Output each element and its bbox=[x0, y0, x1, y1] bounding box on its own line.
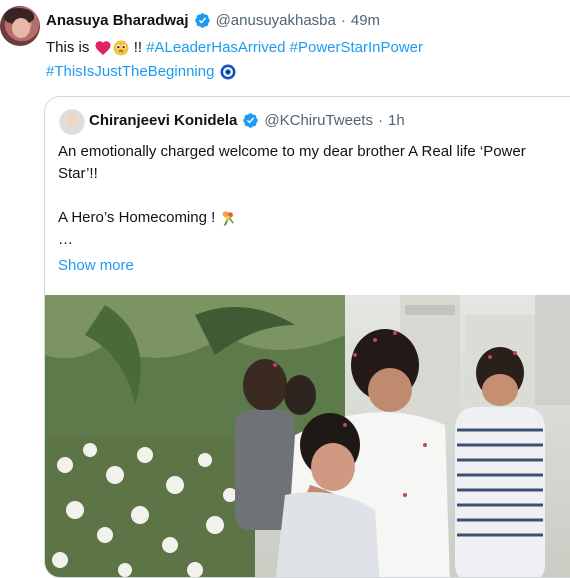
author-avatar[interactable] bbox=[0, 6, 40, 46]
verified-badge-icon bbox=[243, 113, 259, 128]
quoted-timestamp[interactable]: 1h bbox=[388, 112, 405, 129]
quoted-tweet[interactable]: Chiranjeevi Konidela @KChiruTweets · 1h … bbox=[44, 96, 570, 578]
nazar-amulet-icon bbox=[220, 64, 236, 80]
separator-dot: · bbox=[377, 112, 383, 129]
quoted-author-name[interactable]: Chiranjeevi Konidela bbox=[89, 112, 237, 129]
quoted-text-ellipsis: … bbox=[58, 231, 73, 248]
verified-badge-icon bbox=[194, 13, 210, 28]
hashtag-link[interactable]: #ThisIsJustTheBeginning bbox=[46, 63, 214, 80]
hashtag-link[interactable]: #ALeaderHasArrived bbox=[146, 39, 285, 56]
red-heart-icon bbox=[95, 41, 111, 56]
tweet-text-prefix: This is bbox=[46, 39, 90, 56]
quoted-text-line: A Hero’s Homecoming ! bbox=[58, 209, 216, 226]
photo-illustration bbox=[45, 295, 570, 577]
quoted-text-line: An emotionally charged welcome to my dea… bbox=[58, 143, 526, 182]
tweet[interactable]: Anasuya Bharadwaj @anusuyakhasba · 49m T… bbox=[0, 0, 570, 578]
bouquet-icon bbox=[223, 211, 235, 226]
tweet-header: Anasuya Bharadwaj @anusuyakhasba · 49m bbox=[46, 12, 380, 29]
tweet-text: This is !! #ALeaderHasArrived #PowerStar… bbox=[46, 36, 566, 84]
show-more-link[interactable]: Show more bbox=[58, 257, 134, 274]
quoted-tweet-photo[interactable] bbox=[45, 295, 570, 577]
quoted-tweet-text: An emotionally charged welcome to my dea… bbox=[58, 141, 568, 251]
quoted-author-handle[interactable]: @KChiruTweets bbox=[264, 112, 373, 129]
quoted-tweet-header: Chiranjeevi Konidela @KChiruTweets · 1h bbox=[89, 112, 405, 129]
tweet-text-exclaim: !! bbox=[133, 39, 143, 56]
author-name[interactable]: Anasuya Bharadwaj bbox=[46, 12, 189, 29]
pleading-face-icon bbox=[113, 40, 129, 56]
hashtag-link[interactable]: #PowerStarInPower bbox=[290, 39, 423, 56]
quoted-author-avatar[interactable] bbox=[59, 109, 85, 135]
tweet-timestamp[interactable]: 49m bbox=[351, 12, 380, 29]
author-handle[interactable]: @anusuyakhasba bbox=[216, 12, 336, 29]
separator-dot: · bbox=[340, 12, 346, 29]
